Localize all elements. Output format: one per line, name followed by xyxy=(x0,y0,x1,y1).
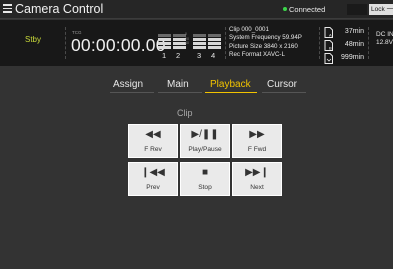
tab-playback[interactable]: Playback xyxy=(210,79,251,90)
sd-card-icon: B xyxy=(324,40,333,51)
divider xyxy=(319,27,320,59)
camera-control-app: Camera Control Connected Lock ⟶ Stby TCG… xyxy=(0,0,393,269)
skip-next-icon: ▶▶❙ xyxy=(245,167,269,178)
channel-label-3: 3 xyxy=(197,51,202,60)
title-bar: Camera Control Connected Lock ⟶ xyxy=(0,0,393,19)
lock-label: Lock xyxy=(371,6,385,13)
sd-card-icon: A xyxy=(324,27,333,38)
clip-count-icon xyxy=(324,53,333,64)
lock-toggle[interactable]: Lock ⟶ xyxy=(369,4,393,15)
svg-text:A: A xyxy=(329,33,332,38)
titlebar-indicator xyxy=(347,4,367,15)
meter-scale-label: 40 xyxy=(185,41,189,45)
status-bar: Stby TCG 00:00:00.00 0 20 40 1 2 3 4 Cli… xyxy=(0,20,393,66)
tab-underline xyxy=(262,92,306,93)
channel-label-1: 1 xyxy=(162,51,167,60)
picture-size: Picture Size 3840 x 2160 xyxy=(229,42,298,50)
media-remaining-a: 37min xyxy=(344,28,364,35)
f-fwd-button[interactable]: ▶▶ F Fwd xyxy=(232,124,282,158)
button-label: Next xyxy=(250,184,264,191)
tab-underline xyxy=(158,92,202,93)
audio-level-meters xyxy=(158,32,221,50)
power-voltage: 12.8V xyxy=(376,39,393,47)
tab-assign[interactable]: Assign xyxy=(113,79,143,90)
recording-status: Stby xyxy=(25,35,42,44)
prev-button[interactable]: ❙◀◀ Prev xyxy=(128,162,178,196)
channel-label-2: 2 xyxy=(176,51,181,60)
connection-status: Connected xyxy=(289,5,326,14)
channel-label-4: 4 xyxy=(211,51,216,60)
clip-name: Clip 000_0001 xyxy=(229,26,269,33)
divider xyxy=(368,27,369,59)
divider xyxy=(225,27,226,59)
media-slot-c: 999min xyxy=(324,53,364,65)
button-label: Prev xyxy=(146,184,160,191)
f-rev-button[interactable]: ◀◀ F Rev xyxy=(128,124,178,158)
hamburger-menu-icon[interactable] xyxy=(3,4,12,13)
app-title: Camera Control xyxy=(15,2,104,16)
meter-scale: 0 20 40 xyxy=(185,32,189,46)
tab-cursor[interactable]: Cursor xyxy=(267,79,297,90)
play-pause-button[interactable]: ▶/❚❚ Play/Pause xyxy=(180,124,230,158)
rec-format: Rec Format XAVC-L xyxy=(229,50,285,58)
tab-underline xyxy=(110,92,154,93)
skip-previous-icon: ❙◀◀ xyxy=(141,167,165,178)
button-label: F Fwd xyxy=(247,146,267,153)
audio-meter-ch1 xyxy=(158,32,171,50)
button-label: Play/Pause xyxy=(188,146,222,153)
stop-button[interactable]: ■ Stop xyxy=(180,162,230,196)
stop-icon: ■ xyxy=(201,167,209,178)
audio-meter-ch4 xyxy=(208,32,221,50)
timecode-display: 00:00:00.00 xyxy=(71,35,166,55)
tab-bar: Assign Main Playback Cursor xyxy=(0,79,393,93)
fast-forward-icon: ▶▶ xyxy=(249,129,265,140)
media-slot-b: B 48min xyxy=(324,40,364,52)
power-status: DC IN 12.8V xyxy=(376,31,393,48)
next-button[interactable]: ▶▶❙ Next xyxy=(232,162,282,196)
play-pause-icon: ▶/❚❚ xyxy=(191,129,219,140)
system-frequency: System Frequency 59.94P xyxy=(229,34,302,42)
connection-status-dot-icon xyxy=(283,7,287,11)
tab-main[interactable]: Main xyxy=(167,79,189,90)
button-label: Stop xyxy=(198,184,212,191)
clip-info: Clip 000_0001 System Frequency 59.94P Pi… xyxy=(229,26,302,59)
clip-section-label: Clip xyxy=(177,108,193,118)
media-remaining-b: 48min xyxy=(344,41,364,48)
svg-text:B: B xyxy=(329,46,332,51)
audio-meter-ch3 xyxy=(193,32,206,50)
power-source: DC IN xyxy=(376,31,393,38)
media-remaining-c: 999min xyxy=(341,54,364,61)
divider xyxy=(65,27,66,59)
media-slot-a: A 37min xyxy=(324,27,364,39)
rewind-icon: ◀◀ xyxy=(145,129,161,140)
button-label: F Rev xyxy=(144,146,162,153)
tab-underline-active xyxy=(205,92,257,93)
